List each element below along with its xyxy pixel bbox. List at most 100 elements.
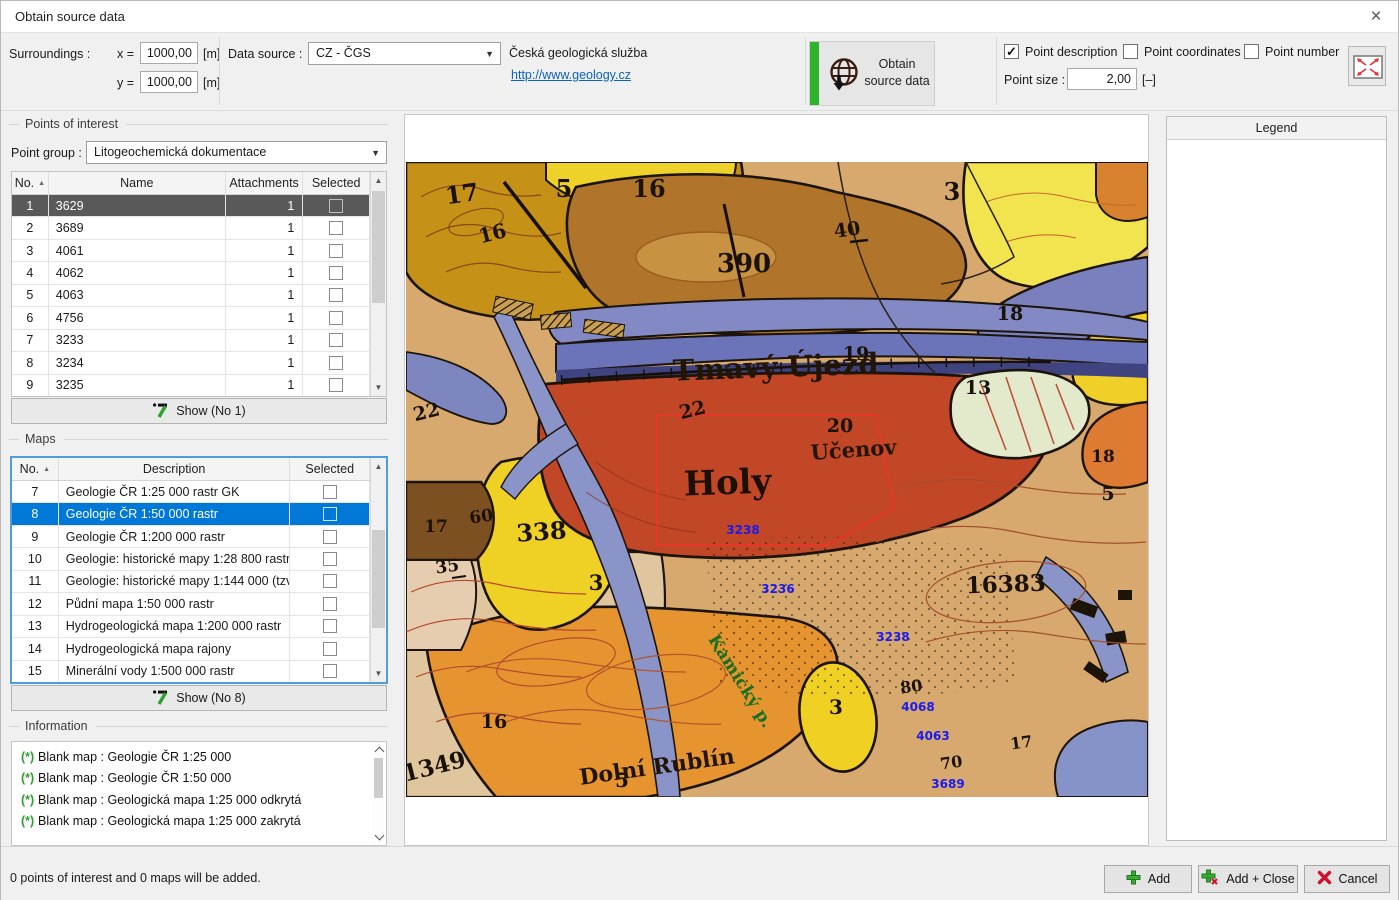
row-checkbox[interactable]: [329, 356, 343, 370]
checkbox-checked-icon[interactable]: ✓: [1004, 44, 1019, 59]
scroll-down-icon[interactable]: ▼: [371, 379, 386, 396]
map-view[interactable]: 1716516340390181922221320176033835316383…: [404, 114, 1149, 846]
column-header-label: Selected: [312, 176, 361, 190]
column-header-name[interactable]: Name: [49, 172, 226, 194]
row-checkbox[interactable]: [329, 266, 343, 280]
show-map-button[interactable]: Show (No 8): [11, 685, 387, 711]
row-checkbox[interactable]: [329, 311, 343, 325]
table-row[interactable]: 440621: [12, 262, 370, 284]
row-checkbox[interactable]: [323, 664, 337, 678]
show-icon: [152, 402, 168, 421]
row-checkbox[interactable]: [323, 642, 337, 656]
chevron-down-icon: ▼: [485, 49, 494, 59]
table-row[interactable]: 136291: [12, 195, 370, 217]
table-row[interactable]: 13Hydrogeologická mapa 1:200 000 rastr: [12, 616, 370, 638]
column-header-attachments[interactable]: Attachments: [226, 172, 304, 194]
checkbox-point-coordinates[interactable]: Point coordinates: [1123, 44, 1241, 59]
maps-section-header: Maps: [9, 432, 388, 446]
row-checkbox[interactable]: [323, 530, 337, 544]
add-close-button[interactable]: Add + Close: [1198, 865, 1298, 893]
row-checkbox[interactable]: [323, 574, 337, 588]
scrollbar-thumb[interactable]: [372, 530, 385, 628]
checkbox-unchecked-icon[interactable]: [1123, 44, 1138, 59]
point-size-input[interactable]: 2,00: [1067, 68, 1137, 90]
row-checkbox[interactable]: [329, 288, 343, 302]
geological-map-raster[interactable]: 1716516340390181922221320176033835316383…: [406, 162, 1148, 797]
column-header-no[interactable]: No.▲: [12, 458, 59, 480]
y-input[interactable]: 1000,00: [140, 71, 198, 93]
checkbox-point-description[interactable]: ✓Point description: [1004, 44, 1117, 59]
globe-download-icon: [825, 55, 863, 96]
checkbox-point-number[interactable]: Point number: [1244, 44, 1339, 59]
close-icon[interactable]: ×: [1364, 5, 1388, 29]
scroll-up-icon[interactable]: ▲: [371, 172, 386, 189]
column-header-no[interactable]: No.▲: [12, 172, 49, 194]
table-row[interactable]: 540631: [12, 285, 370, 307]
table-row[interactable]: 647561: [12, 307, 370, 329]
row-checkbox[interactable]: [323, 485, 337, 499]
information-scrollbar[interactable]: [372, 742, 386, 845]
scroll-down-icon[interactable]: [375, 831, 385, 841]
cell-name: 4063: [49, 285, 226, 306]
row-checkbox[interactable]: [323, 507, 337, 521]
x-input[interactable]: 1000,00: [140, 42, 198, 64]
table-row[interactable]: 7Geologie ČR 1:25 000 rastr GK: [12, 481, 370, 503]
table-row[interactable]: 340611: [12, 240, 370, 262]
scroll-up-icon[interactable]: [375, 747, 385, 757]
table-row[interactable]: 8Geologie ČR 1:50 000 rastr: [12, 503, 370, 525]
point-group-dropdown[interactable]: Litogeochemická dokumentace ▼: [86, 141, 387, 164]
surroundings-label: Surroundings :: [9, 47, 90, 61]
column-header-description[interactable]: Description: [59, 458, 291, 480]
points-table-scrollbar[interactable]: ▲ ▼: [370, 172, 386, 396]
map-number-label: 390: [717, 249, 771, 279]
map-number-label: 16383: [965, 570, 1046, 600]
cell-no: 6: [12, 307, 49, 328]
cell-selected: [303, 240, 370, 261]
scroll-down-icon[interactable]: ▼: [371, 665, 386, 682]
cancel-button[interactable]: Cancel: [1304, 865, 1390, 893]
y-label: y =: [117, 76, 134, 90]
table-row[interactable]: 732331: [12, 330, 370, 352]
column-header-selected[interactable]: Selected: [303, 172, 370, 194]
table-row[interactable]: 236891: [12, 217, 370, 239]
checkbox-unchecked-icon[interactable]: [1244, 44, 1259, 59]
cell-name: 4062: [49, 262, 226, 283]
x-label: x =: [117, 47, 134, 61]
provider-link[interactable]: http://www.geology.cz: [508, 68, 634, 82]
obtain-source-data-button[interactable]: Obtain source data: [809, 41, 935, 106]
row-checkbox[interactable]: [329, 244, 343, 258]
map-number-label: 40: [833, 217, 862, 242]
scrollbar-thumb[interactable]: [374, 758, 383, 798]
row-checkbox[interactable]: [329, 221, 343, 235]
scrollbar-thumb[interactable]: [372, 191, 385, 303]
row-checkbox[interactable]: [323, 552, 337, 566]
zoom-extents-button[interactable]: [1348, 46, 1386, 86]
maps-table-scrollbar[interactable]: ▲ ▼: [370, 458, 386, 682]
show-point-button[interactable]: Show (No 1): [11, 398, 387, 424]
map-point-label: 3689: [931, 777, 964, 791]
table-row[interactable]: 11Geologie: historické mapy 1:144 000 (t…: [12, 571, 370, 593]
table-row[interactable]: 15Minerální vody 1:500 000 rastr: [12, 661, 370, 683]
table-row[interactable]: 12Půdní mapa 1:50 000 rastr: [12, 593, 370, 615]
obtain-accent-bar: [810, 42, 819, 105]
table-row[interactable]: 832341: [12, 352, 370, 374]
row-checkbox[interactable]: [329, 333, 343, 347]
table-row[interactable]: 14Hydrogeologická mapa rajony: [12, 638, 370, 660]
cell-no: 7: [12, 481, 59, 502]
row-checkbox[interactable]: [323, 619, 337, 633]
add-button[interactable]: Add: [1104, 865, 1192, 893]
table-row[interactable]: 932351: [12, 375, 370, 397]
list-item: (*)Blank map : Geologie ČR 1:25 000: [12, 746, 372, 768]
column-header-selected[interactable]: Selected: [290, 458, 370, 480]
row-checkbox[interactable]: [329, 378, 343, 392]
zoom-extents-icon: [1353, 55, 1383, 82]
sort-asc-icon: ▲: [38, 180, 45, 187]
list-item: (*)Blank map : Geologická mapa 1:25 000 …: [12, 811, 372, 833]
table-row[interactable]: 10Geologie: historické mapy 1:28 800 ras…: [12, 548, 370, 570]
row-checkbox[interactable]: [329, 199, 343, 213]
table-row[interactable]: 9Geologie ČR 1:200 000 rastr: [12, 526, 370, 548]
scroll-up-icon[interactable]: ▲: [371, 458, 386, 475]
cell-no: 3: [12, 240, 49, 261]
data-source-dropdown[interactable]: CZ - ČGS ▼: [308, 42, 501, 65]
row-checkbox[interactable]: [323, 597, 337, 611]
